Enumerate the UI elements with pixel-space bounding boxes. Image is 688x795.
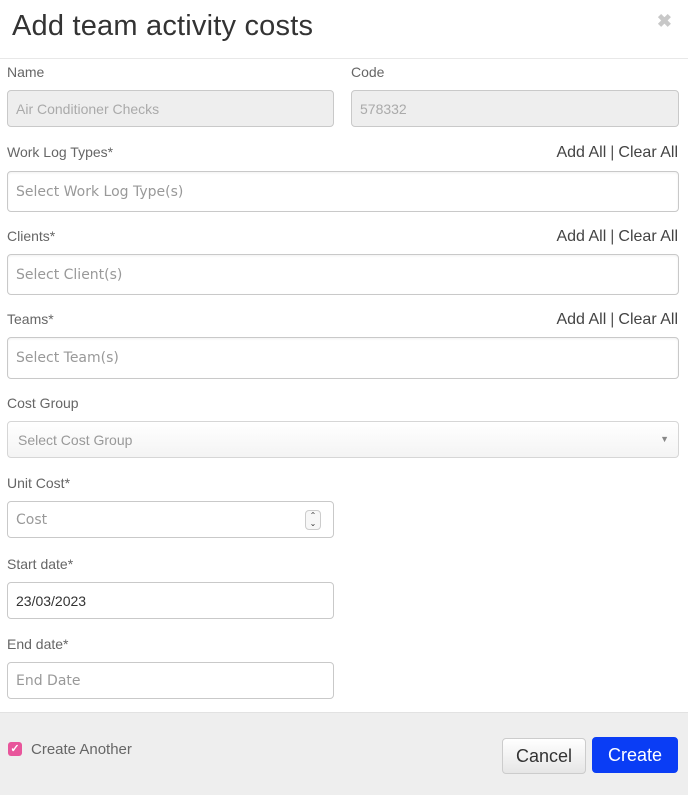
code-value: 578332: [360, 100, 407, 117]
link-separator: |: [610, 311, 615, 328]
dialog-title: Add team activity costs: [12, 10, 314, 42]
teams-label: Teams*: [7, 311, 54, 327]
create-button[interactable]: Create: [592, 737, 678, 773]
create-another-checkbox[interactable]: ✓: [8, 742, 22, 756]
teams-add-all-link[interactable]: Add All: [556, 311, 606, 328]
cost-group-label: Cost Group: [7, 395, 79, 411]
work-log-types-label: Work Log Types*: [7, 144, 114, 160]
dropdown-caret-icon: ▼: [660, 434, 669, 444]
teams-links: Add All | Clear All: [556, 311, 678, 329]
close-icon[interactable]: ✖: [657, 12, 672, 30]
create-another-label[interactable]: Create Another: [31, 741, 132, 758]
unit-cost-label: Unit Cost*: [7, 475, 71, 491]
work-log-types-add-all-link[interactable]: Add All: [556, 144, 606, 161]
link-separator: |: [610, 144, 615, 161]
dialog-footer: ✓ Create Another Cancel Create: [0, 712, 688, 795]
clients-clear-all-link[interactable]: Clear All: [618, 228, 678, 245]
start-date-input[interactable]: 23/03/2023: [7, 582, 334, 619]
end-date-placeholder: End Date: [16, 672, 81, 689]
clients-input[interactable]: Select Client(s): [7, 254, 679, 295]
clients-label: Clients*: [7, 228, 56, 244]
name-label: Name: [7, 64, 45, 80]
unit-cost-placeholder: Cost: [16, 511, 48, 528]
work-log-types-links: Add All | Clear All: [556, 144, 678, 162]
cancel-button[interactable]: Cancel: [502, 738, 586, 774]
work-log-types-input[interactable]: Select Work Log Type(s): [7, 171, 679, 212]
cost-group-select[interactable]: Select Cost Group ▼: [7, 421, 679, 458]
checkmark-icon: ✓: [10, 743, 20, 755]
clients-links: Add All | Clear All: [556, 228, 678, 246]
dialog-header: Add team activity costs ✖: [0, 0, 688, 59]
number-spinner[interactable]: ⌃ ⌄: [305, 510, 321, 530]
link-separator: |: [610, 228, 615, 245]
teams-placeholder: Select Team(s): [16, 350, 119, 366]
teams-clear-all-link[interactable]: Clear All: [618, 311, 678, 328]
clients-placeholder: Select Client(s): [16, 266, 123, 283]
teams-input[interactable]: Select Team(s): [7, 337, 679, 379]
start-date-label: Start date*: [7, 556, 74, 572]
start-date-value: 23/03/2023: [16, 592, 87, 609]
work-log-types-clear-all-link[interactable]: Clear All: [618, 144, 678, 161]
end-date-label: End date*: [7, 636, 69, 652]
cost-group-placeholder: Select Cost Group: [18, 431, 133, 448]
name-field: Air Conditioner Checks: [7, 90, 334, 127]
clients-add-all-link[interactable]: Add All: [556, 228, 606, 245]
spinner-down-icon[interactable]: ⌄: [310, 520, 317, 528]
code-label: Code: [351, 64, 385, 80]
end-date-input[interactable]: End Date: [7, 662, 334, 699]
code-field: 578332: [351, 90, 679, 127]
name-value: Air Conditioner Checks: [16, 100, 160, 117]
unit-cost-input[interactable]: Cost ⌃ ⌄: [7, 501, 334, 538]
work-log-types-placeholder: Select Work Log Type(s): [16, 183, 184, 200]
